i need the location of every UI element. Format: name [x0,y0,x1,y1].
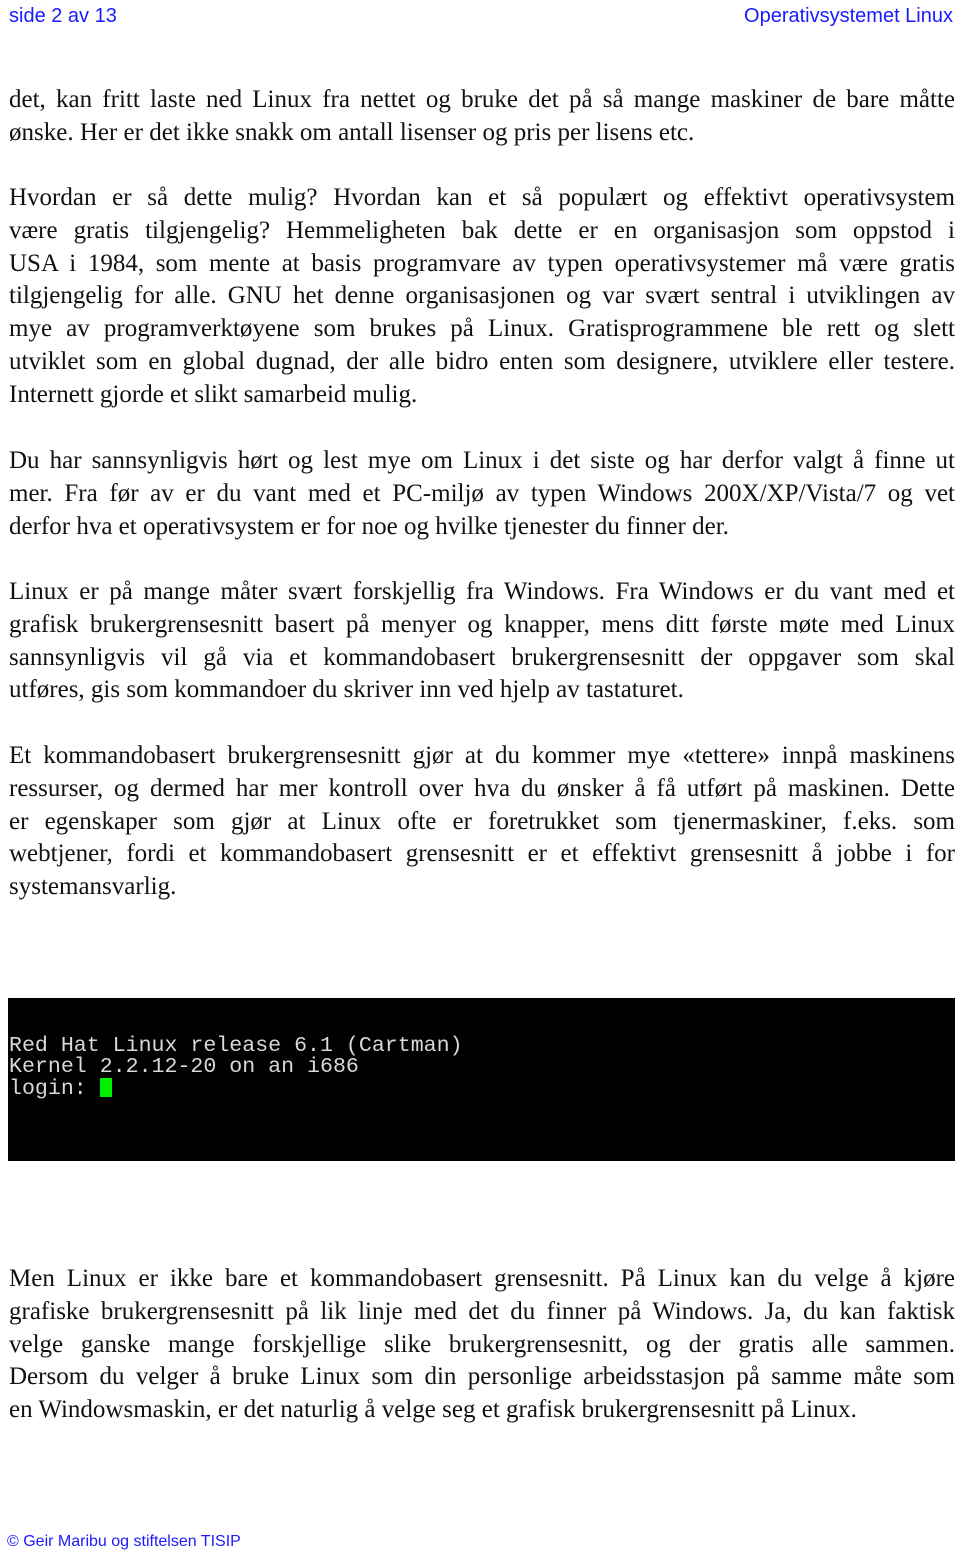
text-line: ressurser, og dermed har mer kontroll ov… [9,774,955,802]
terminal-output: Red Hat Linux release 6.1 (Cartman) Kerne… [9,1034,463,1101]
text-line: er egenskaper som gjør at Linux ofte er … [9,807,955,835]
text-line: ønske. Her er det ikke snakk om antall l… [9,118,695,146]
text-line: Linux er på mange måter svært forskjelli… [9,578,955,605]
text-line: velge ganske mange forskjellige slike br… [9,1330,955,1358]
terminal-line: Kernel 2.2.12-20 on an i686 [9,1055,359,1079]
text-line: Internett gjorde et slikt samarbeid muli… [9,380,418,408]
paragraph: Linux er på mange måter svært forskjelli… [9,576,955,707]
text-line: mye av programverktøyene som brukes på L… [9,315,955,343]
terminal-screenshot: Red Hat Linux release 6.1 (Cartman) Kerne… [8,998,955,1161]
paragraph: Hvordan er så dette mulig? Hvordan kan e… [9,182,955,412]
paragraph: det, kan fritt laste ned Linux fra nette… [9,84,955,150]
paragraph: Men Linux er ikke bare et kommandobasert… [9,1263,955,1427]
text-line: tilgjengelig for alle. GNU het denne org… [9,282,955,310]
cursor-block [99,1078,112,1097]
text-line: webtjener, fordi et kommandobasert grens… [9,840,955,868]
text-line: USA i 1984, som mente at basis programva… [9,249,955,277]
text-line: grafiske brukergrensesnitt på lik linje … [9,1297,955,1325]
text-line: det, kan fritt laste ned Linux fra nette… [9,86,955,113]
text-line: derfor hva et operativsystem er for noe … [9,512,729,540]
text-line: Hvordan er så dette mulig? Hvordan kan e… [9,184,955,211]
login-prompt: login: [9,1077,100,1101]
paragraph: Du har sannsynligvis hørt og lest mye om… [9,445,955,543]
text-line: utføres, gis som kommandoer du skriver i… [9,676,684,704]
text-line: mer. Fra før av er du vant med et PC-mil… [9,479,955,507]
text-line: grafisk brukergrensesnitt basert på meny… [9,610,955,638]
terminal-line: Red Hat Linux release 6.1 (Cartman) [9,1034,463,1058]
document-title: Operativsystemet Linux [744,5,953,27]
page-number: side 2 av 13 [9,5,117,27]
text-line: Et kommandobasert brukergrensesnitt gjør… [9,742,955,769]
text-line: en Windowsmaskin, er det naturlig å velg… [9,1396,857,1424]
text-line: Du har sannsynligvis hørt og lest mye om… [9,447,955,474]
paragraph: Et kommandobasert brukergrensesnitt gjør… [9,740,955,904]
text-line: utviklet som en global dugnad, der alle … [9,347,955,375]
text-line: systemansvarlig. [9,873,177,901]
text-line: være gratis tilgjengelig? Hemmeligheten … [9,216,955,244]
copyright-footer: © Geir Maribu og stiftelsen TISIP [7,1533,241,1550]
text-line: Dersom du velger å bruke Linux som din p… [9,1363,955,1391]
text-line: sannsynligvis vil gå via et kommandobase… [9,643,955,671]
text-line: Men Linux er ikke bare et kommandobasert… [9,1265,955,1292]
